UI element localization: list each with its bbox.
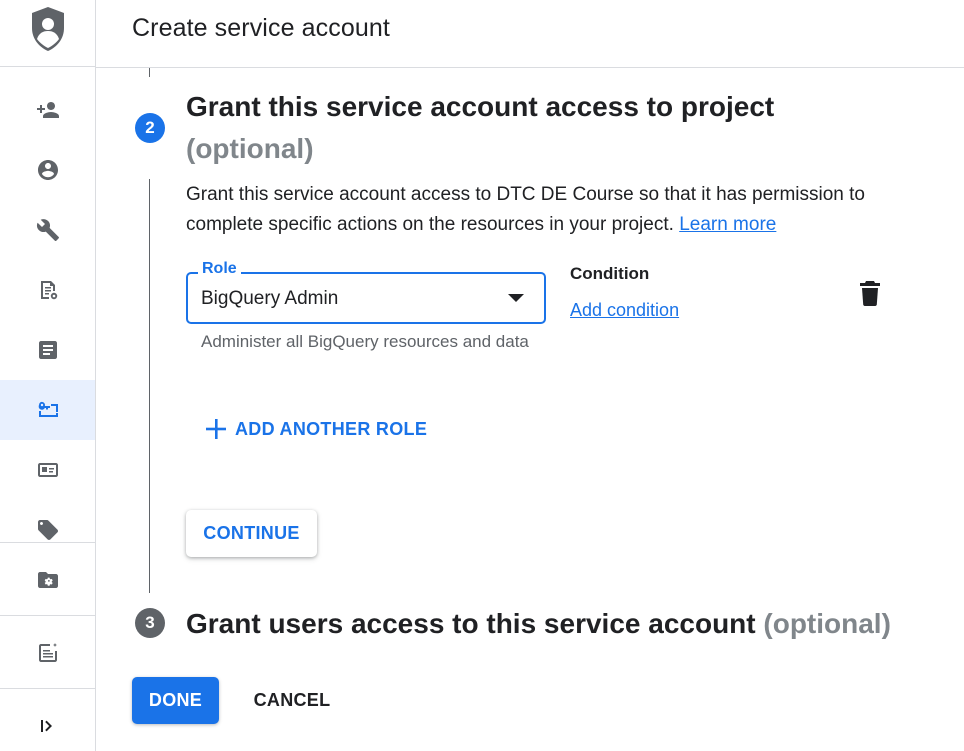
release-notes-icon xyxy=(38,643,57,662)
add-another-role-button[interactable]: ADD ANOTHER ROLE xyxy=(205,418,427,440)
sidebar-item-id-card[interactable] xyxy=(0,440,95,500)
step-2-optional-label: (optional) xyxy=(186,133,314,164)
sidebar-divider xyxy=(0,688,95,689)
step-2-description: Grant this service account access to DTC… xyxy=(186,180,906,240)
wrench-icon xyxy=(36,219,59,241)
role-value: BigQuery Admin xyxy=(201,288,339,309)
delete-role-icon[interactable] xyxy=(858,280,882,306)
step-3-title[interactable]: Grant users access to this service accou… xyxy=(186,603,891,645)
add-another-role-label: ADD ANOTHER ROLE xyxy=(235,418,428,439)
role-select[interactable]: Role BigQuery Admin xyxy=(186,260,546,324)
sidebar-item-folder-settings[interactable] xyxy=(0,550,95,610)
add-condition-link[interactable]: Add condition xyxy=(570,300,679,321)
service-account-key-icon xyxy=(38,401,58,417)
expand-sidebar-icon xyxy=(40,720,52,732)
sidebar-item-wrench[interactable] xyxy=(0,200,95,260)
page-title: Create service account xyxy=(132,14,390,42)
step-3-optional-label: (optional) xyxy=(763,608,891,639)
page-header: Create service account xyxy=(96,0,964,68)
person-add-icon xyxy=(36,102,59,118)
sidebar-divider xyxy=(0,615,95,616)
expand-sidebar-button[interactable] xyxy=(0,696,95,751)
condition-label: Condition xyxy=(570,264,650,283)
sidebar-item-release-notes[interactable] xyxy=(0,623,95,683)
step-2-title: Grant this service account access to pro… xyxy=(186,91,775,122)
shield-person-icon xyxy=(32,7,64,51)
plus-icon xyxy=(206,419,226,439)
done-button[interactable]: DONE xyxy=(132,677,219,724)
cancel-button[interactable]: CANCEL xyxy=(238,677,346,724)
sidebar xyxy=(0,0,96,751)
stepper-line xyxy=(149,179,150,593)
sidebar-item-service-accounts[interactable] xyxy=(0,380,95,440)
folder-settings-icon xyxy=(37,572,58,588)
continue-button[interactable]: CONTINUE xyxy=(186,510,317,557)
article-icon xyxy=(38,341,57,359)
label-tag-icon xyxy=(37,520,58,540)
role-label: Role xyxy=(198,260,241,278)
sidebar-divider xyxy=(0,542,95,543)
iam-logo xyxy=(0,0,95,67)
role-hint: Administer all BigQuery resources and da… xyxy=(201,332,529,351)
sidebar-item-person-add[interactable] xyxy=(0,80,95,140)
sidebar-item-account[interactable] xyxy=(0,140,95,200)
dropdown-arrow-icon xyxy=(508,294,524,302)
step-3-title-text: Grant users access to this service accou… xyxy=(186,608,756,639)
step-3-badge: 3 xyxy=(135,608,165,638)
account-circle-icon xyxy=(37,160,58,180)
sidebar-item-article[interactable] xyxy=(0,320,95,380)
step-2-badge: 2 xyxy=(135,113,165,143)
id-card-icon xyxy=(37,463,58,477)
policy-document-icon xyxy=(40,281,57,300)
learn-more-link[interactable]: Learn more xyxy=(679,214,776,235)
stepper-line xyxy=(149,68,150,77)
sidebar-item-policy[interactable] xyxy=(0,260,95,320)
